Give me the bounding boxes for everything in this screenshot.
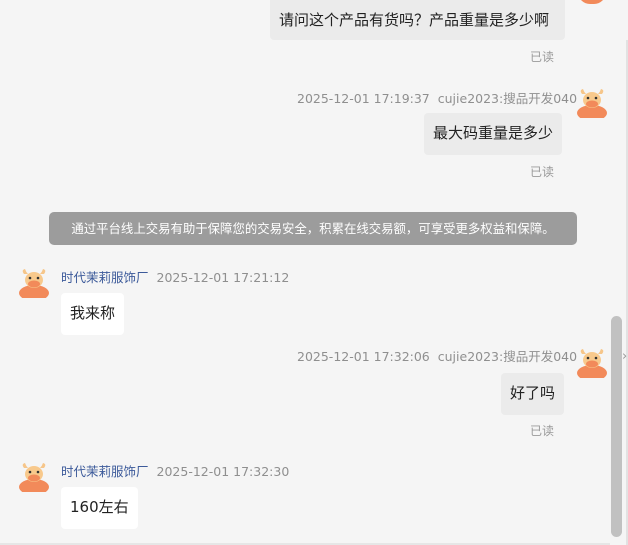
message-timestamp: 2025-12-01 17:32:30 (156, 464, 290, 479)
message-timestamp: 2025-12-01 17:19:37 (297, 91, 430, 106)
scrollbar-thumb[interactable] (611, 316, 622, 537)
message-timestamp: 2025-12-01 17:32:06 (297, 349, 430, 364)
message-meta: 2025-12-01 17:19:37 cujie2023:搜品开发040 (297, 88, 577, 107)
cow-avatar-icon (19, 463, 49, 492)
read-status: 已读 (530, 424, 555, 438)
avatar-cow-icon[interactable] (18, 266, 50, 298)
sender-name[interactable]: 时代茉莉服饰厂 (61, 464, 149, 479)
message-timestamp: 2025-12-01 17:21:12 (156, 270, 290, 285)
message-meta: 时代茉莉服饰厂 2025-12-01 17:32:30 (61, 461, 289, 480)
avatar-cow-icon[interactable] (576, 346, 608, 378)
message-bubble-outgoing[interactable]: 好了吗 (501, 373, 565, 415)
message-bubble-outgoing[interactable]: 请问这个产品有货吗？产品重量是多少啊 (270, 0, 565, 40)
cow-avatar-icon (577, 349, 607, 378)
cow-avatar-icon (19, 269, 49, 298)
message-meta: 2025-12-01 17:32:06 cujie2023:搜品开发040 (297, 346, 577, 365)
chat-message-panel: 请问这个产品有货吗？产品重量是多少啊 已读 2025-12-01 17:19:3… (0, 0, 628, 545)
cow-avatar-icon (577, 89, 607, 118)
sender-name[interactable]: cujie2023:搜品开发040 (438, 349, 577, 364)
avatar-cow-icon[interactable] (576, 86, 608, 118)
message-bubble-outgoing[interactable]: 最大码重量是多少 (424, 113, 563, 155)
avatar-partial (578, 0, 606, 4)
message-meta: 时代茉莉服饰厂 2025-12-01 17:21:12 (61, 267, 289, 286)
message-bubble-incoming[interactable]: 160左右 (61, 487, 138, 529)
system-notice: 通过平台线上交易有助于保障您的交易安全，积累在线交易额，可享受更多权益和保障。 (49, 212, 577, 245)
sender-name[interactable]: 时代茉莉服饰厂 (61, 270, 149, 285)
chevron-right-icon[interactable]: › (622, 349, 627, 364)
message-bubble-incoming[interactable]: 我来称 (61, 293, 125, 335)
read-status: 已读 (530, 50, 555, 64)
read-status: 已读 (530, 165, 555, 179)
avatar-cow-icon[interactable] (18, 460, 50, 492)
sender-name[interactable]: cujie2023:搜品开发040 (438, 91, 577, 106)
